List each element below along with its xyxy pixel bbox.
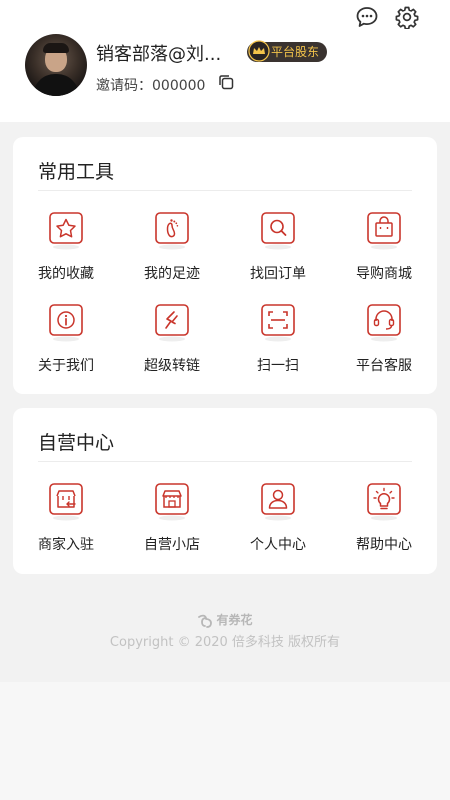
divider xyxy=(38,190,412,191)
tool-favorites[interactable]: 我的收藏 xyxy=(13,212,119,289)
shop-icon xyxy=(155,483,189,521)
tool-footprints[interactable]: 我的足迹 xyxy=(119,212,225,289)
search-icon xyxy=(261,212,295,250)
link-icon xyxy=(155,304,189,342)
footprint-icon xyxy=(155,212,189,250)
headset-icon xyxy=(367,304,401,342)
shopping-bag-icon xyxy=(367,212,401,250)
tool-label: 我的足迹 xyxy=(144,266,200,282)
footer-brand: 有券花 xyxy=(0,611,450,628)
copyright-text: Copyright © 2020 倍多科技 版权所有 xyxy=(109,635,341,650)
tool-self-store[interactable]: 自营小店 xyxy=(119,483,225,560)
self-run-title: 自营中心 xyxy=(38,432,115,454)
info-icon xyxy=(49,304,83,342)
tools-title: 常用工具 xyxy=(38,161,115,183)
tool-label: 超级转链 xyxy=(144,358,200,374)
tool-label: 我的收藏 xyxy=(38,266,94,282)
crown-icon xyxy=(248,40,270,62)
tools-card: 常用工具 我的收藏 我的足迹 找回订单 导购商城 关于我们 超级转链 扫一扫 平… xyxy=(13,137,437,394)
self-run-card: 自营中心 商家入驻 自营小店 个人中心 帮助中心 xyxy=(13,408,437,574)
tool-merchant-entry[interactable]: 商家入驻 xyxy=(13,483,119,560)
invite-value: 000000 xyxy=(152,78,206,94)
gear-icon[interactable] xyxy=(394,4,420,30)
store-entry-icon xyxy=(49,483,83,521)
tool-scan[interactable]: 扫一扫 xyxy=(225,304,331,381)
star-icon xyxy=(49,212,83,250)
tool-label: 自营小店 xyxy=(144,537,200,553)
brand-name: 有券花 xyxy=(216,613,253,627)
tool-label: 找回订单 xyxy=(250,266,306,282)
tool-super-link[interactable]: 超级转链 xyxy=(119,304,225,381)
avatar[interactable] xyxy=(25,34,87,96)
message-icon[interactable] xyxy=(354,4,380,30)
username: 销客部落@刘... xyxy=(96,44,222,65)
invite-label: 邀请码： xyxy=(96,78,152,94)
tool-customer-service[interactable]: 平台客服 xyxy=(331,304,437,381)
tool-label: 关于我们 xyxy=(38,358,94,374)
scan-icon xyxy=(261,304,295,342)
tool-shopping-mall[interactable]: 导购商城 xyxy=(331,212,437,289)
badge-label: 平台股东 xyxy=(271,45,320,59)
tool-label: 帮助中心 xyxy=(356,537,412,553)
tool-label: 个人中心 xyxy=(250,537,306,553)
tool-find-order[interactable]: 找回订单 xyxy=(225,212,331,289)
shareholder-badge: 平台股东 xyxy=(247,40,328,62)
person-icon xyxy=(261,483,295,521)
tool-label: 导购商城 xyxy=(356,266,412,282)
tool-label: 扫一扫 xyxy=(257,358,299,374)
tool-help-center[interactable]: 帮助中心 xyxy=(331,483,437,560)
tool-about-us[interactable]: 关于我们 xyxy=(13,304,119,381)
tool-label: 商家入驻 xyxy=(38,537,94,553)
lightbulb-icon xyxy=(367,483,401,521)
tool-personal-center[interactable]: 个人中心 xyxy=(225,483,331,560)
invite-code: 邀请码：000000 xyxy=(96,75,205,95)
copy-icon[interactable] xyxy=(217,73,235,91)
brand-logo-icon xyxy=(198,614,213,628)
tool-label: 平台客服 xyxy=(356,358,412,374)
divider xyxy=(38,461,412,462)
